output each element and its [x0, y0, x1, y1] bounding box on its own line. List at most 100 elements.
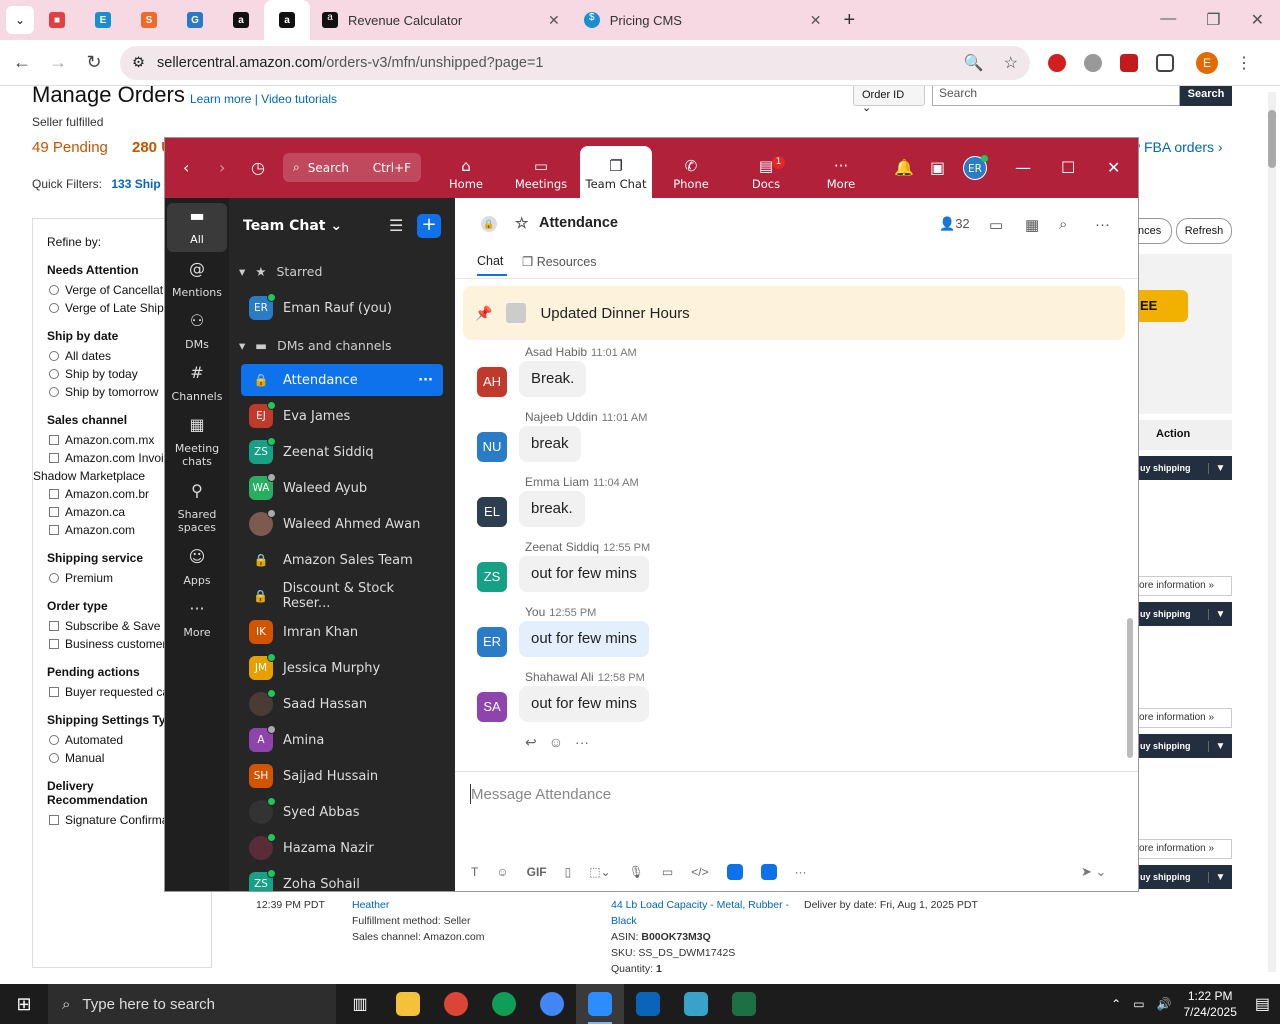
chat-list-item[interactable]: WA Waleed Ayub: [241, 472, 443, 504]
buy-shipping-button[interactable]: uy shipping ▼: [1136, 865, 1232, 889]
tab-chat[interactable]: Chat: [477, 254, 507, 276]
buyer-name-link[interactable]: Heather: [352, 897, 485, 913]
gif-icon[interactable]: GIF: [527, 865, 547, 879]
restore-icon[interactable]: ❐: [1206, 10, 1220, 30]
radio-button[interactable]: [49, 303, 59, 313]
tab-home[interactable]: ⌂ Home: [430, 146, 502, 198]
reload-icon[interactable]: ↻: [76, 52, 112, 73]
message-input[interactable]: Message Attendance: [471, 786, 611, 803]
close-tab-icon[interactable]: ✕: [810, 12, 822, 29]
order-search-input[interactable]: Search: [932, 86, 1180, 106]
more-tools-icon[interactable]: ···: [795, 865, 807, 879]
site-info-icon[interactable]: ⚙: [132, 55, 145, 71]
checkbox[interactable]: [49, 507, 59, 517]
channel-title[interactable]: Attendance: [539, 215, 618, 231]
tab-resources[interactable]: ❐ Resources: [522, 254, 596, 269]
excel-icon[interactable]: [720, 984, 768, 1024]
close-window-icon[interactable]: ✕: [1251, 10, 1264, 30]
chat-list-item[interactable]: Syed Abbas: [241, 796, 443, 828]
minimize-icon[interactable]: —: [1160, 10, 1176, 30]
sender-avatar[interactable]: ER: [477, 627, 507, 657]
app-icon[interactable]: [672, 984, 720, 1024]
radio-button[interactable]: [49, 369, 59, 379]
sender-name[interactable]: Shahawal Ali: [525, 670, 594, 684]
chat-list-item[interactable]: Hazama Nazir: [241, 832, 443, 864]
task-view-icon[interactable]: ▥: [336, 984, 384, 1024]
globe-icon[interactable]: [1084, 53, 1102, 72]
url-field[interactable]: ⚙ sellercentral.amazon.com/orders-v3/mfn…: [120, 45, 1030, 80]
tab-phone[interactable]: ✆ Phone: [655, 146, 727, 198]
sender-avatar[interactable]: SA: [477, 692, 507, 722]
clock[interactable]: 1:22 PM 7/24/2025: [1183, 988, 1236, 1020]
sidebar-item-shared-spaces[interactable]: ⚲ Shared spaces: [167, 478, 227, 540]
checkbox[interactable]: [49, 687, 59, 697]
sender-name[interactable]: Zeenat Siddiq: [525, 540, 599, 554]
sender-name[interactable]: Asad Habib: [525, 345, 587, 359]
taskbar-search[interactable]: ⌕ Type here to search: [48, 984, 336, 1024]
chevron-down-icon[interactable]: ⌄: [1096, 864, 1107, 879]
screenshot-icon[interactable]: ⬚⌄: [589, 865, 610, 879]
tab-docs[interactable]: ▤ Docs 1: [730, 146, 802, 198]
back-icon[interactable]: ←: [4, 52, 40, 73]
product-title-link-2[interactable]: Black: [611, 913, 789, 929]
reply-icon[interactable]: ↩: [525, 734, 537, 751]
bookmark-star-icon[interactable]: ☆: [1004, 53, 1018, 73]
checkbox[interactable]: [49, 815, 59, 825]
sidebar-item-channels[interactable]: # Channels: [167, 360, 227, 409]
radio-button[interactable]: [49, 387, 59, 397]
search-icon[interactable]: ⌕: [1059, 216, 1067, 233]
puzzle-icon[interactable]: [1156, 53, 1174, 72]
video-tutorials-link[interactable]: Video tutorials: [261, 92, 337, 106]
sender-name[interactable]: You: [525, 605, 545, 619]
pinned-tab[interactable]: G: [172, 0, 218, 40]
chevron-down-icon[interactable]: ▼: [1208, 608, 1232, 620]
members-count[interactable]: 👤32: [939, 216, 970, 232]
starred-self-item[interactable]: ER Eman Rauf (you): [241, 292, 443, 324]
sidebar-item-apps[interactable]: ☺ Apps: [167, 544, 227, 593]
chat-list-item[interactable]: Waleed Ahmed Awan: [241, 508, 443, 540]
video-call-icon[interactable]: ▭: [989, 216, 1003, 234]
chat-list-item[interactable]: JM Jessica Murphy: [241, 652, 443, 684]
checkbox[interactable]: [49, 489, 59, 499]
chevron-down-icon[interactable]: ▼: [1208, 871, 1232, 883]
filter-icon[interactable]: ☰: [389, 216, 403, 235]
chat-list-item[interactable]: EJ Eva James: [241, 400, 443, 432]
page-scrollbar[interactable]: [1268, 92, 1276, 972]
chat-list-item[interactable]: 🔒 Discount & Stock Reser...: [241, 580, 443, 612]
chat-list-item[interactable]: SH Sajjad Hussain: [241, 760, 443, 792]
chat-list-item[interactable]: ZS Zeenat Siddiq: [241, 436, 443, 468]
maximize-icon[interactable]: ☐: [1061, 158, 1075, 177]
messages-scrollbar[interactable]: [1127, 618, 1133, 758]
pending-tab[interactable]: 49 Pending: [32, 139, 108, 156]
chat-list-item[interactable]: A Amina: [241, 724, 443, 756]
preferences-button[interactable]: nces: [1136, 218, 1172, 244]
chat-list-item[interactable]: 🔒 Attendance ···: [241, 364, 443, 396]
pinned-tab[interactable]: S: [126, 0, 172, 40]
profile-avatar[interactable]: E: [1196, 51, 1218, 74]
chat-list-item[interactable]: IK Imran Khan: [241, 616, 443, 648]
checkbox[interactable]: [49, 621, 59, 631]
format-text-icon[interactable]: T: [471, 865, 478, 879]
tray-chevron-icon[interactable]: ⌃: [1111, 997, 1121, 1011]
forward-arrow-icon[interactable]: ›: [219, 158, 225, 177]
fba-orders-link[interactable]: w FBA orders ›: [1130, 139, 1223, 155]
checkbox[interactable]: [49, 453, 59, 463]
new-chat-button[interactable]: +: [417, 214, 441, 238]
microphone-icon[interactable]: 🎙: [629, 865, 644, 879]
buy-shipping-button[interactable]: uy shipping ▼: [1136, 602, 1232, 626]
radio-button[interactable]: [49, 753, 59, 763]
more-options-icon[interactable]: ···: [1095, 216, 1110, 233]
banner-button[interactable]: EE: [1138, 290, 1188, 322]
chat-list-item[interactable]: ZS Zoha Sohail: [241, 868, 443, 891]
refresh-button[interactable]: Refresh: [1176, 218, 1232, 244]
sender-avatar[interactable]: AH: [477, 367, 507, 397]
tab-revenue-calculator[interactable]: a Revenue Calculator ✕: [310, 0, 572, 40]
tab-search-dropdown-icon[interactable]: ⌄: [6, 6, 34, 34]
sidebar-item-more[interactable]: ··· More: [167, 596, 227, 645]
more-information-link[interactable]: ore information »: [1136, 708, 1232, 728]
file-explorer-icon[interactable]: [384, 984, 432, 1024]
order-id-select[interactable]: Order ID ⌄: [853, 86, 925, 114]
code-snippet-icon[interactable]: </>: [691, 865, 708, 879]
pdf-extension-icon[interactable]: [1120, 53, 1138, 72]
checkbox[interactable]: [49, 639, 59, 649]
